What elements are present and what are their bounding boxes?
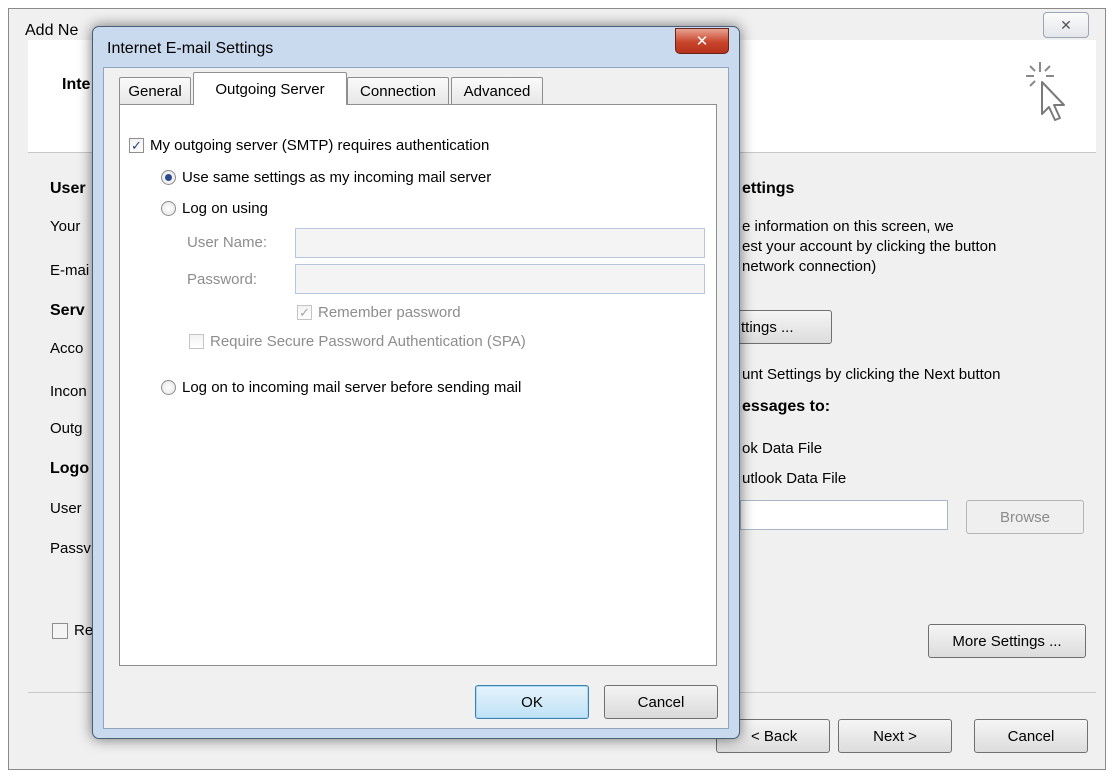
radio-log-on-using-label: Log on using — [182, 200, 268, 217]
back-button-label: < Back — [751, 727, 798, 745]
wizard-header-title: Inte — [62, 76, 91, 93]
test-account-settings-label: ttings ... — [741, 318, 794, 336]
spa-row[interactable]: Require Secure Password Authentication (… — [189, 333, 526, 350]
remember-password-row[interactable]: ✓ Remember password — [297, 304, 461, 321]
section-server-info: Serv — [50, 302, 85, 319]
remember-password-checkbox[interactable]: ✓ — [297, 305, 312, 320]
spa-checkbox[interactable] — [189, 334, 204, 349]
radio-log-on-incoming-row[interactable]: Log on to incoming mail server before se… — [161, 379, 521, 396]
password-input[interactable] — [295, 264, 705, 294]
cursor-sparkle-icon — [1026, 62, 1065, 121]
remember-password-checkbox[interactable] — [52, 623, 68, 639]
tab-outgoing-server[interactable]: Outgoing Server — [193, 72, 347, 105]
radio-log-on-using-row[interactable]: Log on using — [161, 200, 268, 217]
label-email: E-mai — [50, 262, 90, 279]
radio-same-settings[interactable] — [161, 170, 176, 185]
test-info-line-2: est your account by clicking the button — [742, 238, 997, 255]
remember-password-label: Remember password — [318, 304, 461, 321]
radio-log-on-incoming[interactable] — [161, 380, 176, 395]
user-name-label: User Name: — [187, 234, 268, 251]
smtp-auth-checkbox[interactable]: ✓ — [129, 138, 144, 153]
radio-log-on-incoming-label: Log on to incoming mail server before se… — [182, 379, 522, 396]
cancel-button[interactable]: Cancel — [604, 685, 718, 719]
window-title: Add Ne — [25, 22, 79, 39]
smtp-auth-checkbox-row[interactable]: ✓ My outgoing server (SMTP) requires aut… — [129, 137, 489, 154]
browse-button-label: Browse — [999, 508, 1051, 526]
label-your-name: Your — [50, 218, 81, 235]
wizard-cancel-button[interactable]: Cancel — [974, 719, 1088, 753]
smtp-auth-label: My outgoing server (SMTP) requires authe… — [150, 137, 490, 154]
close-icon: ✕ — [695, 33, 709, 50]
tab-connection[interactable]: Connection — [347, 77, 449, 104]
label-password: Passv — [50, 540, 91, 557]
dialog-title: Internet E-mail Settings — [107, 40, 274, 57]
dialog-close-button[interactable]: ✕ — [675, 28, 729, 54]
next-button-hint: unt Settings by clicking the Next button — [742, 366, 1001, 383]
ok-button-label: OK — [521, 693, 543, 711]
more-settings-label: More Settings ... — [952, 632, 1062, 650]
data-file-path-input[interactable] — [740, 500, 948, 530]
label-incoming: Incon — [50, 383, 87, 400]
section-user-info: User — [50, 180, 86, 197]
remember-password-label: Re — [74, 622, 94, 639]
option-new-data-file[interactable]: ok Data File — [742, 440, 822, 457]
section-logon-info: Logo — [50, 460, 90, 477]
tab-outgoing-server-label: Outgoing Server — [215, 80, 325, 98]
radio-log-on-using[interactable] — [161, 201, 176, 216]
radio-same-settings-row[interactable]: Use same settings as my incoming mail se… — [161, 169, 491, 186]
label-account-type: Acco — [50, 340, 84, 357]
ok-button[interactable]: OK — [475, 685, 589, 719]
tab-general-label: General — [128, 82, 182, 100]
test-settings-heading: ettings — [742, 180, 795, 197]
window-close-button[interactable]: ✕ — [1043, 12, 1089, 38]
test-info-line-3: network connection) — [742, 258, 877, 275]
more-settings-button[interactable]: More Settings ... — [928, 624, 1086, 658]
radio-same-settings-label: Use same settings as my incoming mail se… — [182, 169, 492, 186]
internet-email-settings-dialog: Internet E-mail Settings ✕ General Outgo… — [92, 26, 740, 739]
password-label: Password: — [187, 271, 258, 288]
tab-advanced[interactable]: Advanced — [451, 77, 543, 104]
spa-label: Require Secure Password Authentication (… — [210, 333, 526, 350]
user-name-input[interactable] — [295, 228, 705, 258]
close-icon: ✕ — [1060, 16, 1072, 33]
option-existing-data-file[interactable]: utlook Data File — [742, 470, 846, 487]
tab-connection-label: Connection — [360, 82, 436, 100]
cancel-button-label: Cancel — [637, 693, 685, 711]
test-info-line-1: e information on this screen, we — [742, 218, 954, 235]
label-outgoing: Outg — [50, 420, 83, 437]
tab-advanced-label: Advanced — [463, 82, 531, 100]
label-user-name: User — [50, 500, 82, 517]
next-button-label: Next > — [873, 727, 917, 745]
next-button[interactable]: Next > — [838, 719, 952, 753]
browse-button[interactable]: Browse — [966, 500, 1084, 534]
radio-selected-dot — [165, 174, 172, 181]
deliver-messages-heading: essages to: — [742, 398, 831, 415]
tab-general[interactable]: General — [119, 77, 191, 104]
wizard-cancel-label: Cancel — [1007, 727, 1055, 745]
